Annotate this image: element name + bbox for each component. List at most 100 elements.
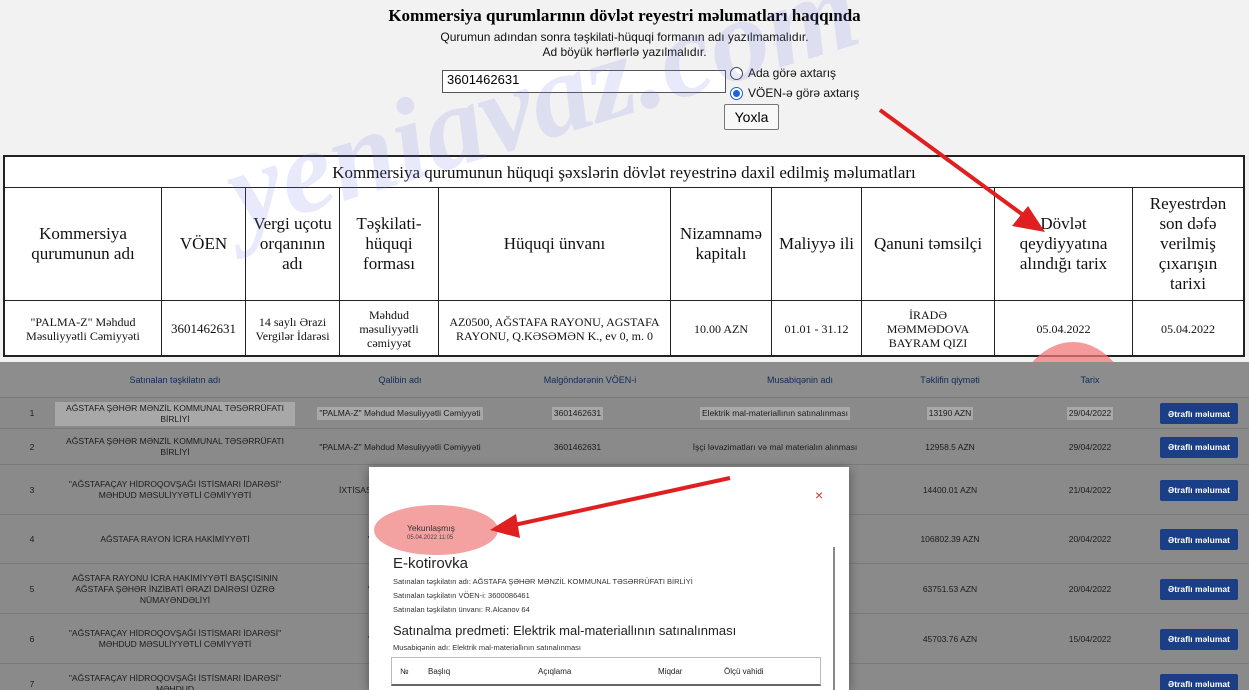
row-number: 1 — [20, 398, 44, 429]
radio-search-by-name[interactable]: Ada görə axtarış — [730, 66, 836, 80]
details-button[interactable]: Ətraflı məlumat — [1160, 673, 1238, 690]
header-tax-office: Vergi uçotu orqanının adı — [246, 187, 340, 301]
row-supplier-voen-text: 3601462631 — [551, 407, 604, 420]
radio-search-by-voen[interactable]: VÖEN-ə görə axtarış — [730, 86, 859, 100]
row-buyer-name: AĞSTAFA RAYON İCRA HAKİMİYYƏTİ — [55, 515, 295, 564]
cell-fiscal-year: 01.01 - 31.12 — [772, 301, 862, 356]
status-badge: Yekunlaşmış — [407, 523, 455, 533]
close-icon[interactable]: × — [815, 487, 823, 503]
row-number-text: 1 — [29, 408, 35, 418]
details-button[interactable]: Ətraflı məlumat — [1160, 436, 1238, 458]
cell-last-extract-date: 05.04.2022 — [1161, 321, 1215, 336]
row-winner-name-text: "PALMA-Z" Məhdud Məsuliyyətli Cəmiyyəti — [319, 441, 481, 452]
radio-circle-voen[interactable] — [730, 86, 743, 100]
header-charter-capital: Nizamnamə kapitalı — [671, 187, 772, 301]
row-offer-price-text: 13190 AZN — [926, 407, 974, 420]
row-date: 20/04/2022 — [1040, 564, 1140, 614]
cell-legal-representative: İRADƏ MƏMMƏDOVA BAYRAM QIZI — [862, 301, 995, 356]
row-buyer-name-text: AĞSTAFA ŞƏHƏR MƏNZİL KOMMUNAL TƏSƏRRÜFAT… — [66, 436, 284, 457]
items-col-unit: Ölçü vahidi — [724, 667, 764, 676]
row-offer-price-text: 63751.53 AZN — [922, 583, 978, 594]
tender-details-modal: × Yekunlaşmış 05.04.2022 11:05 E-kotirov… — [369, 467, 849, 690]
table-row: 1 AĞSTAFA ŞƏHƏR MƏNZİL KOMMUNAL TƏSƏRRÜFA… — [0, 397, 1249, 429]
header-legal-form: Təşkilati-hüquqi forması — [340, 187, 439, 301]
details-button[interactable]: Ətraflı məlumat — [1160, 479, 1238, 501]
details-button[interactable]: Ətraflı məlumat — [1160, 578, 1238, 600]
row-tender-name: Elektrik mal-materiallının satınalınması — [660, 398, 890, 429]
row-number-text: 3 — [29, 484, 35, 495]
header-last-extract-date: Reyestrdən son dəfə verilmiş çıxarışın t… — [1133, 187, 1243, 301]
row-number: 6 — [20, 614, 44, 664]
row-date-text: 20/04/2022 — [1068, 534, 1112, 544]
details-button[interactable]: Ətraflı məlumat — [1160, 529, 1238, 550]
row-supplier-voen: 3601462631 — [505, 429, 650, 465]
row-supplier-voen: 3601462631 — [505, 398, 650, 429]
row-buyer-name-text: AĞSTAFA RAYONU İCRA HAKİMİYYƏTİ BAŞÇISIN… — [72, 572, 278, 605]
check-button[interactable]: Yoxla — [724, 104, 779, 130]
row-offer-price-text: 14400.01 AZN — [922, 484, 978, 495]
cell-registration-date: 05.04.2022 — [995, 301, 1133, 356]
header-registration-date: Dövlət qeydiyyatına alındığı tarix — [995, 187, 1133, 301]
row-buyer-name: AĞSTAFA ŞƏHƏR MƏNZİL KOMMUNAL TƏSƏRRÜFAT… — [55, 429, 295, 465]
details-button[interactable]: Ətraflı məlumat — [1160, 403, 1238, 424]
header-company-name: Kommersiya qurumunun adı — [5, 187, 162, 301]
header-voen: VÖEN — [162, 187, 246, 301]
row-supplier-voen-text: 3601462631 — [553, 441, 602, 452]
row-number: 4 — [20, 515, 44, 564]
row-offer-price: 14400.01 AZN — [890, 465, 1010, 515]
search-input[interactable]: 3601462631 — [442, 70, 726, 93]
row-offer-price-text: 106802.39 AZN — [920, 534, 980, 544]
registry-table: Kommersiya qurumunun hüquqi şəxslərin dö… — [3, 155, 1245, 512]
row-date — [1040, 664, 1140, 690]
row-offer-price-text: 45703.76 AZN — [922, 633, 978, 644]
row-number-text: 5 — [29, 583, 35, 594]
row-date: 15/04/2022 — [1040, 614, 1140, 664]
row-tender-name-text: Elektrik mal-materiallının satınalınması — [700, 407, 850, 420]
row-buyer-name: "AĞSTAFAÇAY HİDROQOVŞAĞI İSTİSMARI İDARƏ… — [55, 465, 295, 515]
row-buyer-name: AĞSTAFA ŞƏHƏR MƏNZİL KOMMUNAL TƏSƏRRÜFAT… — [55, 398, 295, 429]
row-buyer-name: "AĞSTAFAÇAY HİDROQOVŞAĞI İSTİSMARI İDARƏ… — [55, 664, 295, 690]
cell-tax-office: 14 saylı Ərazi Vergilər İdarəsi — [246, 301, 340, 356]
row-buyer-name-text: "AĞSTAFAÇAY HİDROQOVŞAĞI İSTİSMARI İDARƏ… — [68, 673, 282, 690]
row-offer-price: 106802.39 AZN — [890, 515, 1010, 564]
row-winner-name-text: "PALMA-Z" Məhdud Məsuliyyətli Cəmiyyəti — [317, 407, 483, 420]
cell-charter-capital: 10.00 AZN — [671, 301, 772, 356]
cell-legal-form: Məhdud məsuliyyətli cəmiyyət — [340, 301, 439, 356]
row-buyer-name-text: "AĞSTAFAÇAY HİDROQOVŞAĞI İSTİSMARI İDARƏ… — [68, 628, 282, 649]
row-number: 3 — [20, 465, 44, 515]
row-number: 7 — [20, 664, 44, 690]
details-button[interactable]: Ətraflı məlumat — [1160, 628, 1238, 650]
row-tender-name-text: İşçi ləvazimatları və mal materialın alı… — [692, 441, 858, 452]
radio-circle-name[interactable] — [730, 66, 743, 80]
status-timestamp: 05.04.2022 11:05 — [407, 535, 454, 541]
row-date: 29/04/2022 — [1040, 429, 1140, 465]
modal-scroll-area[interactable]: E-kotirovka Satınalan təşkilatın adı: AĞ… — [383, 547, 835, 690]
modal-title: E-kotirovka — [393, 555, 469, 572]
page-title: Kommersiya qurumlarının dövlət reyestri … — [388, 6, 861, 25]
row-number: 5 — [20, 564, 44, 614]
table-row: 2 AĞSTAFA ŞƏHƏR MƏNZİL KOMMUNAL TƏSƏRRÜFA… — [0, 428, 1249, 465]
cell-company-name: "PALMA-Z" Məhdud Məsuliyyətli Cəmiyyəti — [5, 301, 162, 356]
row-tender-name: İşçi ləvazimatları və mal materialın alı… — [660, 429, 890, 465]
cell-voen: 3601462631 — [162, 301, 246, 356]
row-number-text: 2 — [29, 441, 35, 452]
row-number-text: 6 — [29, 633, 35, 644]
items-col-title: Başlıq — [428, 667, 451, 676]
tender-name-line: Musabiqənin adı: Elektrik mal-materiallı… — [393, 643, 581, 652]
row-offer-price — [890, 664, 1010, 690]
radio-name-label: Ada görə axtarış — [748, 66, 837, 80]
items-col-description: Açıqlama — [538, 667, 572, 676]
header-legal-address: Hüquqi ünvanı — [439, 187, 671, 301]
row-date-text: 15/04/2022 — [1068, 633, 1112, 644]
header-fiscal-year: Maliyyə ili — [772, 187, 862, 301]
row-buyer-name-text: AĞSTAFA ŞƏHƏR MƏNZİL KOMMUNAL TƏSƏRRÜFAT… — [55, 401, 295, 426]
buyer-name-line: Satınalan təşkilatın adı: AĞSTAFA ŞƏHƏR … — [393, 577, 693, 586]
row-buyer-name-text: AĞSTAFA RAYON İCRA HAKİMİYYƏTİ — [100, 534, 250, 544]
row-buyer-name: AĞSTAFA RAYONU İCRA HAKİMİYYƏTİ BAŞÇISIN… — [55, 564, 295, 614]
search-note-uppercase: Ad böyük hərflərlə yazılmalıdır. — [542, 45, 707, 59]
row-buyer-name-text: "AĞSTAFAÇAY HİDROQOVŞAĞI İSTİSMARI İDARƏ… — [68, 479, 282, 500]
header-legal-representative: Qanuni təmsilçi — [862, 187, 995, 301]
row-winner-name: "PALMA-Z" Məhdud Məsuliyyətli Cəmiyyəti — [305, 398, 495, 429]
col-winner-name: Qalibin adı — [378, 374, 422, 385]
row-buyer-name: "AĞSTAFAÇAY HİDROQOVŞAĞI İSTİSMARI İDARƏ… — [55, 614, 295, 664]
